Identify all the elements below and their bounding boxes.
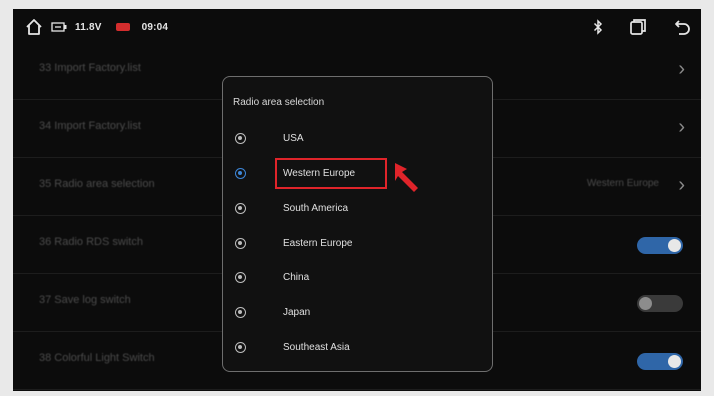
option-label: China [283, 272, 310, 283]
radio-button[interactable] [235, 133, 246, 144]
back-icon[interactable] [673, 18, 691, 36]
radio-button[interactable] [235, 307, 246, 318]
radio-area-dialog: Radio area selection USA Western Europe … [222, 76, 493, 372]
colorful-light-toggle[interactable] [637, 353, 683, 370]
option-label: South America [283, 203, 349, 214]
option-usa[interactable]: USA [223, 123, 492, 158]
radio-button[interactable] [235, 238, 246, 249]
settings-row-label: 36 Radio RDS switch [39, 236, 143, 248]
option-china[interactable]: China [223, 262, 492, 297]
clock: 09:04 [141, 21, 169, 33]
option-label: Japan [283, 307, 311, 318]
settings-row-value: Western Europe [586, 178, 659, 189]
record-indicator [115, 23, 130, 31]
radio-button[interactable] [235, 203, 246, 214]
option-south-america[interactable]: South America [223, 193, 492, 228]
settings-row-label: 38 Colorful Light Switch [39, 352, 155, 364]
option-eastern-europe[interactable]: Eastern Europe [223, 228, 492, 263]
dialog-title: Radio area selection [233, 97, 325, 108]
voltage-readout: 11.8V [75, 21, 102, 33]
chevron-right-icon: › [678, 58, 685, 80]
chevron-right-icon: › [678, 116, 685, 138]
settings-row-label: 35 Radio area selection [39, 178, 155, 190]
rds-switch-toggle[interactable] [637, 237, 683, 254]
option-label: Eastern Europe [283, 238, 353, 249]
battery-icon [51, 22, 67, 32]
option-southeast-asia[interactable]: Southeast Asia [223, 332, 492, 367]
bluetooth-icon [593, 19, 603, 35]
chevron-right-icon: › [678, 174, 685, 196]
save-log-toggle[interactable] [637, 295, 683, 312]
option-label: Western Europe [283, 168, 356, 179]
option-japan[interactable]: Japan [223, 297, 492, 332]
option-label: Southeast Asia [283, 342, 350, 353]
settings-row-label: 37 Save log switch [39, 294, 131, 306]
window-icon[interactable] [629, 18, 647, 36]
settings-row-label: 34 Import Factory.list [39, 120, 141, 132]
radio-button[interactable] [235, 272, 246, 283]
settings-row-label: 33 Import Factory.list [39, 62, 141, 74]
radio-button-selected[interactable] [235, 168, 246, 179]
arrow-pointer-icon [389, 161, 431, 208]
head-unit-screen: 11.8V 09:04 33 Import Factory.list › 34 … [13, 9, 701, 391]
option-western-europe[interactable]: Western Europe [223, 158, 492, 193]
radio-button[interactable] [235, 342, 246, 353]
option-label: USA [283, 133, 304, 144]
home-icon[interactable] [25, 18, 43, 36]
